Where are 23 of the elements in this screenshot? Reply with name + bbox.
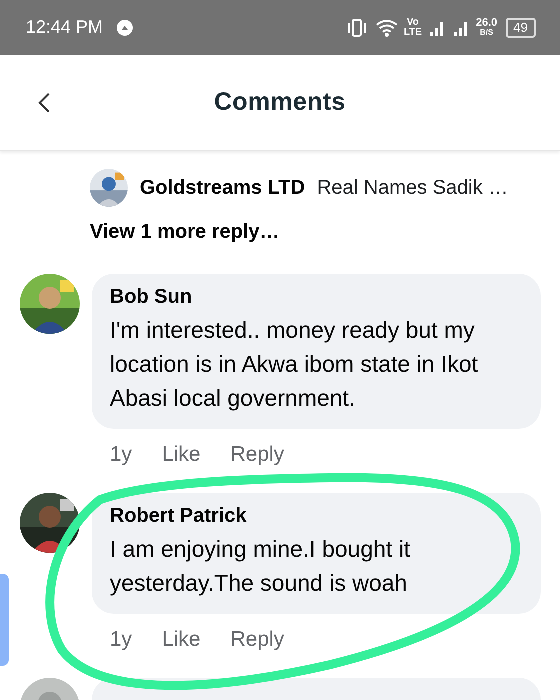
like-link[interactable]: Like — [162, 443, 201, 467]
reply-link[interactable]: Reply — [230, 443, 284, 467]
view-more-replies-link[interactable]: View 1 more reply… — [90, 221, 540, 244]
clock: 12:44 PM — [26, 17, 104, 38]
page-title: Comments — [214, 88, 346, 117]
vibrate-icon — [346, 18, 368, 38]
comment-author[interactable]: Bob Sun — [110, 286, 491, 309]
comment-text: I am enjoying mine.I bought it yesterday.The sound is woah — [110, 535, 412, 598]
like-link[interactable]: Like — [162, 628, 201, 652]
speed-unit: B/S — [480, 28, 494, 38]
comment-text: I'm interested.. money ready but my location is in Akwa ibom state in Ikot Abasi local government. — [110, 316, 480, 413]
comment-author[interactable]: Robert Patrick — [110, 505, 491, 528]
volte-label: Vo — [407, 18, 420, 28]
reply-preview: Real Names Sadik … — [317, 176, 508, 200]
comment-time: 1y — [110, 628, 132, 652]
notification-icon — [117, 20, 134, 36]
reply-link[interactable]: Reply — [230, 628, 284, 652]
network-speed: 26.0 — [476, 18, 498, 28]
volte-label: LTE — [404, 28, 422, 38]
reply-author[interactable]: Goldstreams LTD — [140, 176, 306, 200]
wifi-icon — [376, 18, 398, 36]
comment-time: 1y — [110, 443, 132, 467]
battery-indicator: 49 — [506, 18, 536, 38]
